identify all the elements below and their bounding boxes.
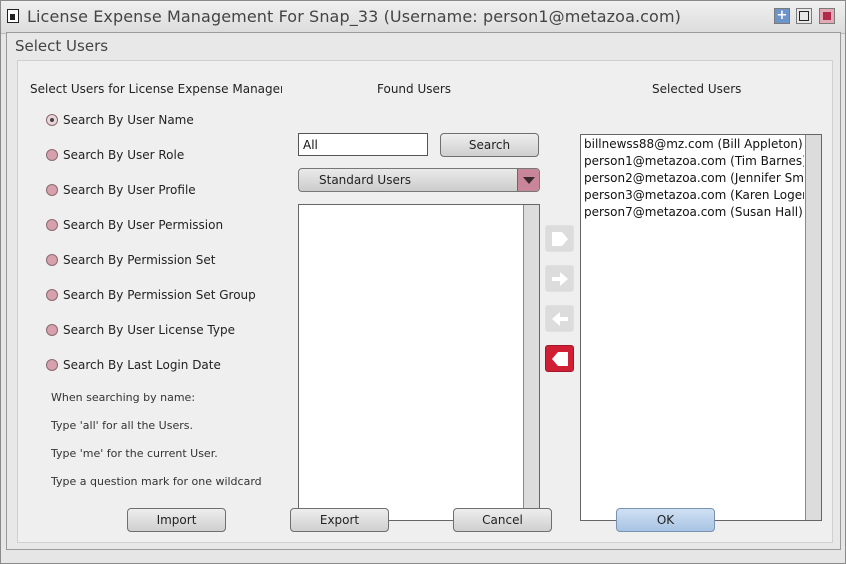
list-item[interactable]: person3@metazoa.com (Karen Logen) <box>584 187 804 204</box>
hint-text: When searching by name: <box>51 391 196 404</box>
hint-text: Type a question mark for one wildcard <box>51 475 262 488</box>
list-item[interactable]: person2@metazoa.com (Jennifer Smith) <box>584 170 804 187</box>
radio-button[interactable] <box>46 149 58 161</box>
radio-search-user-profile[interactable]: Search By User Profile <box>46 182 196 198</box>
list-item[interactable]: person1@metazoa.com (Tim Barnes) <box>584 153 804 170</box>
application-window: License Expense Management For Snap_33 (… <box>0 0 846 564</box>
radio-label: Search By User Role <box>63 148 185 162</box>
found-users-scrollbar[interactable] <box>523 205 539 520</box>
maximize-button[interactable]: + <box>774 8 790 24</box>
radio-button[interactable] <box>46 359 58 371</box>
radio-label: Search By Permission Set <box>63 253 216 267</box>
role-select[interactable]: Standard Users <box>298 168 540 192</box>
radio-search-user-permission[interactable]: Search By User Permission <box>46 217 223 233</box>
add-all-icon <box>552 232 568 246</box>
window-title: License Expense Management For Snap_33 (… <box>27 7 681 26</box>
radio-button[interactable] <box>46 254 58 266</box>
restore-button[interactable] <box>796 8 812 24</box>
radio-label: Search By User License Type <box>63 323 235 337</box>
add-selected-button[interactable] <box>545 265 574 292</box>
remove-all-button[interactable] <box>545 345 574 372</box>
selected-users-items: billnewss88@mz.com (Bill Appleton) perso… <box>584 136 804 221</box>
plus-icon: + <box>776 8 788 23</box>
radio-search-user-name[interactable]: Search By User Name <box>46 112 194 128</box>
radio-search-permission-set[interactable]: Search By Permission Set <box>46 252 215 268</box>
radio-button[interactable] <box>46 324 58 336</box>
radio-button[interactable] <box>46 114 58 126</box>
remove-all-icon <box>552 352 568 366</box>
hint-text: Type 'me' for the current User. <box>51 447 218 460</box>
radio-label: Search By Permission Set Group <box>63 288 256 302</box>
radio-label: Search By Last Login Date <box>63 358 221 372</box>
radio-search-last-login-date[interactable]: Search By Last Login Date <box>46 357 221 373</box>
remove-selected-icon <box>552 312 568 326</box>
section-label-search: Select Users for License Expense Managem… <box>30 82 282 96</box>
hint-text: Type 'all' for all the Users. <box>51 419 193 432</box>
close-icon <box>823 12 831 20</box>
dialog-title: Select Users <box>15 37 109 55</box>
ok-button[interactable]: OK <box>616 508 715 532</box>
radio-label: Search By User Profile <box>63 183 196 197</box>
search-button[interactable]: Search <box>440 133 539 157</box>
selected-users-scrollbar[interactable] <box>805 135 821 520</box>
radio-search-permission-set-group[interactable]: Search By Permission Set Group <box>46 287 256 303</box>
radio-button[interactable] <box>46 219 58 231</box>
export-button[interactable]: Export <box>290 508 389 532</box>
section-label-found: Found Users <box>377 82 452 96</box>
radio-label: Search By User Name <box>63 113 194 127</box>
select-users-dialog: Select Users Select Users for License Ex… <box>6 32 841 550</box>
radio-label: Search By User Permission <box>63 218 224 232</box>
radio-button[interactable] <box>46 289 58 301</box>
cancel-button[interactable]: Cancel <box>453 508 552 532</box>
square-icon <box>799 11 809 21</box>
title-bar[interactable]: License Expense Management For Snap_33 (… <box>1 1 845 34</box>
remove-selected-button[interactable] <box>545 305 574 332</box>
radio-search-user-role[interactable]: Search By User Role <box>46 147 184 163</box>
import-button[interactable]: Import <box>127 508 226 532</box>
document-icon <box>7 9 19 23</box>
add-all-button[interactable] <box>545 225 574 252</box>
select-users-panel: Select Users for License Expense Managem… <box>17 60 833 543</box>
close-button[interactable] <box>819 8 835 24</box>
search-input[interactable] <box>298 133 428 156</box>
found-users-list[interactable] <box>298 204 540 521</box>
role-select-value: Standard Users <box>319 173 412 187</box>
add-selected-icon <box>552 272 568 286</box>
radio-search-user-license-type[interactable]: Search By User License Type <box>46 322 235 338</box>
list-item[interactable]: person7@metazoa.com (Susan Hall) <box>584 204 804 221</box>
chevron-down-icon[interactable] <box>517 169 539 191</box>
list-item[interactable]: billnewss88@mz.com (Bill Appleton) <box>584 136 804 153</box>
selected-users-list[interactable]: billnewss88@mz.com (Bill Appleton) perso… <box>580 134 822 521</box>
section-label-selected: Selected Users <box>652 82 742 96</box>
radio-button[interactable] <box>46 184 58 196</box>
